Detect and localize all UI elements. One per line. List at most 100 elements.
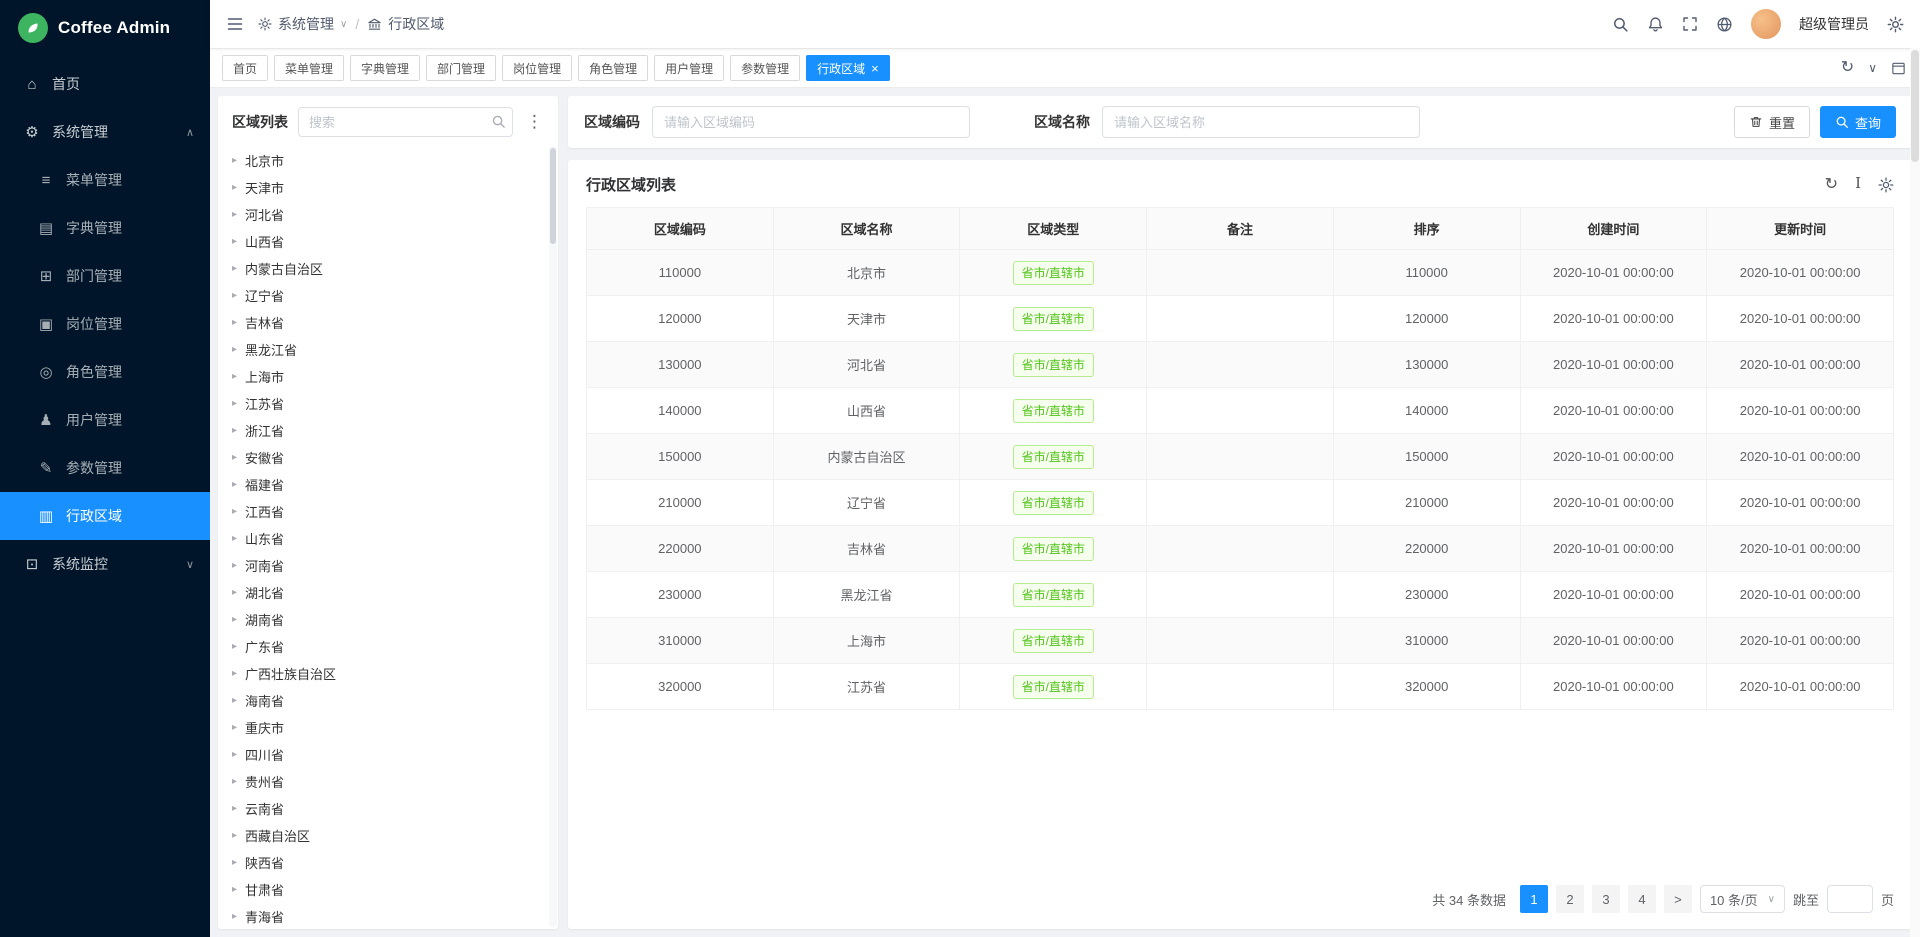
tree-item[interactable]: ▸ 贵州省 bbox=[218, 768, 558, 795]
search-icon[interactable] bbox=[491, 114, 506, 129]
sidebar-item[interactable]: ▥ 行政区域 bbox=[0, 492, 210, 540]
column-header[interactable]: 区域类型 bbox=[960, 208, 1147, 250]
tree-expand-icon[interactable]: ▸ bbox=[232, 911, 237, 922]
fullscreen-icon[interactable] bbox=[1682, 16, 1698, 32]
tree-item[interactable]: ▸ 北京市 bbox=[218, 147, 558, 174]
tree-item[interactable]: ▸ 河北省 bbox=[218, 201, 558, 228]
sidebar-item[interactable]: ⊡ 系统监控 ∨ bbox=[0, 540, 210, 588]
tree-item[interactable]: ▸ 山西省 bbox=[218, 228, 558, 255]
tab[interactable]: 首页 bbox=[222, 55, 268, 81]
region-name-input[interactable] bbox=[1102, 106, 1420, 138]
tree-item[interactable]: ▸ 湖南省 bbox=[218, 606, 558, 633]
tree-expand-icon[interactable]: ▸ bbox=[232, 560, 237, 571]
tree-scrollbar-thumb[interactable] bbox=[550, 148, 556, 244]
refresh-icon[interactable]: ↻ bbox=[1825, 177, 1838, 193]
tree-expand-icon[interactable]: ▸ bbox=[232, 236, 237, 247]
tree-expand-icon[interactable]: ▸ bbox=[232, 263, 237, 274]
tree-expand-icon[interactable]: ▸ bbox=[232, 533, 237, 544]
tree-expand-icon[interactable]: ▸ bbox=[232, 209, 237, 220]
tree-item[interactable]: ▸ 甘肃省 bbox=[218, 876, 558, 903]
tree-expand-icon[interactable]: ▸ bbox=[232, 344, 237, 355]
tree-expand-icon[interactable]: ▸ bbox=[232, 452, 237, 463]
sidebar-item[interactable]: ≡ 菜单管理 bbox=[0, 156, 210, 204]
page-number-button[interactable]: 1 bbox=[1520, 885, 1548, 913]
bell-icon[interactable] bbox=[1647, 16, 1664, 33]
sidebar-item[interactable]: ✎ 参数管理 bbox=[0, 444, 210, 492]
tab[interactable]: 部门管理 bbox=[426, 55, 496, 81]
sidebar-item[interactable]: ⊞ 部门管理 bbox=[0, 252, 210, 300]
tree-item[interactable]: ▸ 广东省 bbox=[218, 633, 558, 660]
tab[interactable]: 用户管理 bbox=[654, 55, 724, 81]
tree-item[interactable]: ▸ 四川省 bbox=[218, 741, 558, 768]
sidebar-item[interactable]: ⚙ 系统管理 ∧ bbox=[0, 108, 210, 156]
sidebar-collapse-icon[interactable] bbox=[226, 15, 244, 33]
settings-gear-icon[interactable] bbox=[1887, 16, 1904, 33]
tree-search-input[interactable] bbox=[298, 107, 513, 137]
tree-item[interactable]: ▸ 天津市 bbox=[218, 174, 558, 201]
refresh-icon[interactable]: ↻ bbox=[1841, 60, 1854, 76]
tree-expand-icon[interactable]: ▸ bbox=[232, 182, 237, 193]
column-header[interactable]: 备注 bbox=[1147, 208, 1334, 250]
tree-item[interactable]: ▸ 湖北省 bbox=[218, 579, 558, 606]
tab[interactable]: 字典管理 bbox=[350, 55, 420, 81]
column-header[interactable]: 区域编码 bbox=[587, 208, 774, 250]
column-settings-gear-icon[interactable] bbox=[1878, 177, 1894, 193]
tab[interactable]: 角色管理 bbox=[578, 55, 648, 81]
page-scrollbar[interactable] bbox=[1910, 48, 1920, 937]
page-size-select[interactable]: 10 条/页 ∨ bbox=[1700, 885, 1785, 913]
translate-icon[interactable] bbox=[1716, 16, 1733, 33]
tree-expand-icon[interactable]: ▸ bbox=[232, 749, 237, 760]
column-header[interactable]: 创建时间 bbox=[1520, 208, 1707, 250]
tree-expand-icon[interactable]: ▸ bbox=[232, 803, 237, 814]
tab[interactable]: 参数管理 bbox=[730, 55, 800, 81]
tree-item[interactable]: ▸ 陕西省 bbox=[218, 849, 558, 876]
app-logo[interactable]: Coffee Admin bbox=[0, 0, 210, 56]
sidebar-item[interactable]: ▣ 岗位管理 bbox=[0, 300, 210, 348]
sidebar-item[interactable]: ♟ 用户管理 bbox=[0, 396, 210, 444]
breadcrumb-region[interactable]: 行政区域 bbox=[367, 14, 444, 34]
page-number-button[interactable]: 2 bbox=[1556, 885, 1584, 913]
search-button[interactable]: 查询 bbox=[1820, 106, 1896, 138]
tree-item[interactable]: ▸ 西藏自治区 bbox=[218, 822, 558, 849]
tree-item[interactable]: ▸ 吉林省 bbox=[218, 309, 558, 336]
tree-expand-icon[interactable]: ▸ bbox=[232, 884, 237, 895]
tree-expand-icon[interactable]: ▸ bbox=[232, 668, 237, 679]
user-name[interactable]: 超级管理员 bbox=[1799, 14, 1869, 34]
tree-item[interactable]: ▸ 青海省 bbox=[218, 903, 558, 929]
next-page-button[interactable]: > bbox=[1664, 885, 1692, 913]
tree-item[interactable]: ▸ 江西省 bbox=[218, 498, 558, 525]
breadcrumb-system[interactable]: 系统管理 ∨ bbox=[258, 14, 347, 34]
tree-item[interactable]: ▸ 福建省 bbox=[218, 471, 558, 498]
tree-scrollbar[interactable] bbox=[549, 146, 557, 927]
tree-expand-icon[interactable]: ▸ bbox=[232, 695, 237, 706]
tree-item[interactable]: ▸ 山东省 bbox=[218, 525, 558, 552]
region-code-input[interactable] bbox=[652, 106, 970, 138]
tree-item[interactable]: ▸ 辽宁省 bbox=[218, 282, 558, 309]
tree-item[interactable]: ▸ 江苏省 bbox=[218, 390, 558, 417]
tree-expand-icon[interactable]: ▸ bbox=[232, 614, 237, 625]
tree-item[interactable]: ▸ 云南省 bbox=[218, 795, 558, 822]
tab[interactable]: 岗位管理 bbox=[502, 55, 572, 81]
tree-expand-icon[interactable]: ▸ bbox=[232, 290, 237, 301]
tree-expand-icon[interactable]: ▸ bbox=[232, 830, 237, 841]
row-height-icon[interactable]: Ⅰ bbox=[1855, 177, 1861, 192]
tab-close-icon[interactable]: × bbox=[871, 62, 879, 75]
tree-expand-icon[interactable]: ▸ bbox=[232, 587, 237, 598]
tree-expand-icon[interactable]: ▸ bbox=[232, 479, 237, 490]
tree-item[interactable]: ▸ 上海市 bbox=[218, 363, 558, 390]
tree-expand-icon[interactable]: ▸ bbox=[232, 506, 237, 517]
tree-item[interactable]: ▸ 河南省 bbox=[218, 552, 558, 579]
tree-item[interactable]: ▸ 安徽省 bbox=[218, 444, 558, 471]
jump-page-input[interactable] bbox=[1827, 885, 1873, 913]
tree-item[interactable]: ▸ 广西壮族自治区 bbox=[218, 660, 558, 687]
reset-button[interactable]: 重置 bbox=[1734, 106, 1810, 138]
tab[interactable]: 菜单管理 bbox=[274, 55, 344, 81]
tree-expand-icon[interactable]: ▸ bbox=[232, 398, 237, 409]
tree-expand-icon[interactable]: ▸ bbox=[232, 641, 237, 652]
sidebar-item[interactable]: ▤ 字典管理 bbox=[0, 204, 210, 252]
tree-item[interactable]: ▸ 重庆市 bbox=[218, 714, 558, 741]
column-header[interactable]: 排序 bbox=[1333, 208, 1520, 250]
tab[interactable]: 行政区域 × bbox=[806, 55, 890, 81]
avatar[interactable] bbox=[1751, 9, 1781, 39]
page-scrollbar-thumb[interactable] bbox=[1911, 50, 1919, 162]
